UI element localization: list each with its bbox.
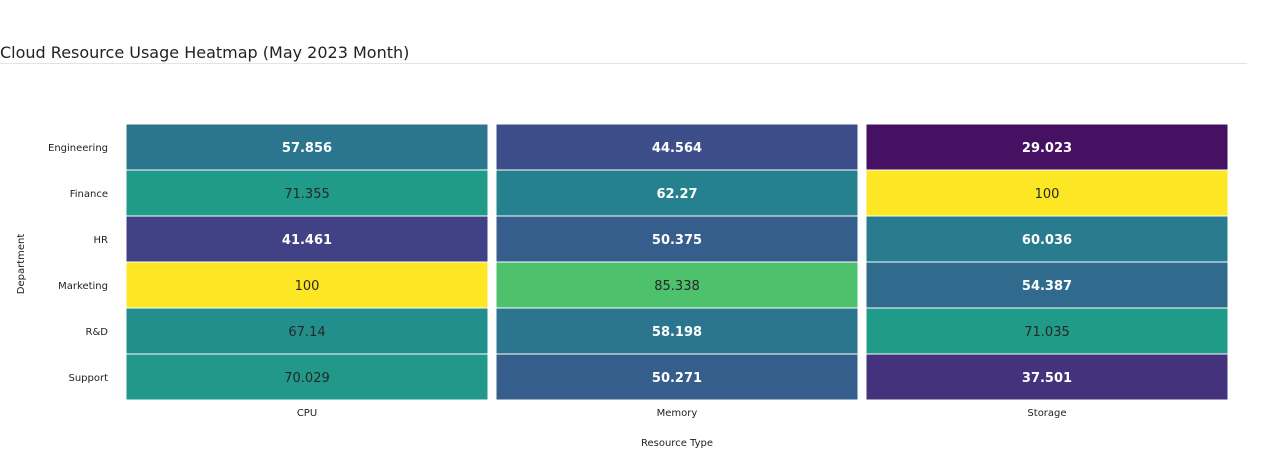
- heatmap-value-r-d-memory: 58.198: [652, 325, 702, 340]
- y-tick-finance: Finance: [70, 189, 108, 200]
- x-tick-memory: Memory: [657, 408, 698, 419]
- heatmap-value-support-cpu: 70.029: [284, 371, 330, 386]
- x-tick-storage: Storage: [1027, 408, 1066, 419]
- heatmap-value-marketing-cpu: 100: [295, 279, 320, 294]
- heatmap-value-hr-memory: 50.375: [652, 233, 702, 248]
- heatmap-value-finance-cpu: 71.355: [284, 187, 330, 202]
- heatmap-value-finance-memory: 62.27: [656, 187, 697, 202]
- heatmap-value-engineering-cpu: 57.856: [282, 141, 332, 156]
- heatmap-value-support-memory: 50.271: [652, 371, 702, 386]
- heatmap-value-marketing-memory: 85.338: [654, 279, 700, 294]
- y-tick-labels: Engineering Finance HR Marketing R&D Support: [48, 143, 108, 384]
- heatmap-value-engineering-memory: 44.564: [652, 141, 702, 156]
- heatmap-value-support-storage: 37.501: [1022, 371, 1072, 386]
- x-axis-label: Resource Type: [641, 438, 713, 449]
- heatmap-chart: 57.856 44.564 29.023 71.355 62.27 100 41.461 50…: [16, 123, 1229, 449]
- heatmap-value-hr-storage: 60.036: [1022, 233, 1072, 248]
- heatmap-value-r-d-storage: 71.035: [1024, 325, 1070, 340]
- x-tick-labels: CPU Memory Storage: [297, 408, 1067, 419]
- y-axis-label: Department: [16, 234, 27, 295]
- y-tick-marketing: Marketing: [58, 281, 108, 292]
- y-tick-engineering: Engineering: [48, 143, 108, 154]
- y-tick-hr: HR: [94, 235, 109, 246]
- x-tick-cpu: CPU: [297, 408, 317, 419]
- y-tick-support: Support: [68, 373, 108, 384]
- heatmap-cells: 57.856 44.564 29.023 71.355 62.27 100 41.461 50…: [125, 123, 1229, 401]
- y-tick-r-d: R&D: [86, 327, 109, 338]
- heatmap-value-hr-cpu: 41.461: [282, 233, 332, 248]
- heatmap-value-finance-storage: 100: [1035, 187, 1060, 202]
- heatmap-value-r-d-cpu: 67.14: [288, 325, 325, 340]
- heatmap-value-engineering-storage: 29.023: [1022, 141, 1072, 156]
- heatmap-value-marketing-storage: 54.387: [1022, 279, 1072, 294]
